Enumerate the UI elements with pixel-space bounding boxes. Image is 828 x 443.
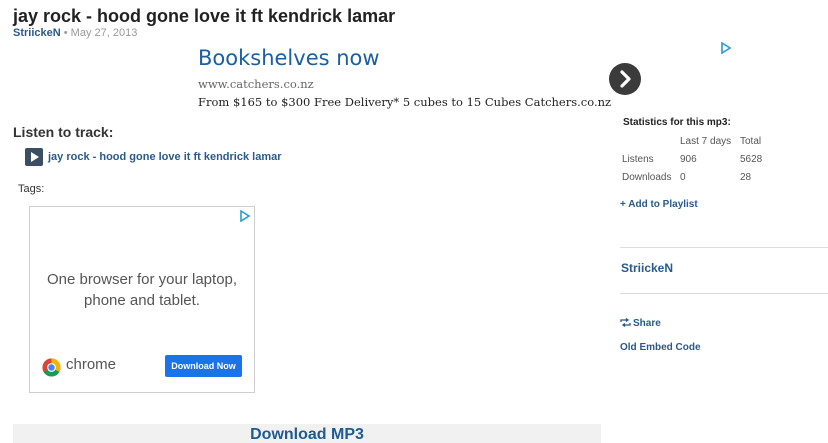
listen-heading: Listen to track: bbox=[13, 124, 114, 140]
play-button[interactable] bbox=[25, 148, 43, 166]
ad-url[interactable]: www.catchers.co.nz bbox=[198, 77, 314, 91]
play-icon bbox=[31, 152, 39, 162]
stats-col-total: Total bbox=[740, 136, 762, 147]
ad-next-button[interactable] bbox=[609, 63, 641, 95]
download-mp3-bar[interactable]: Download MP3 bbox=[13, 424, 601, 443]
track-link[interactable]: jay rock - hood gone love it ft kendrick… bbox=[48, 151, 282, 163]
sidebar-author-link[interactable]: StriickeN bbox=[621, 261, 673, 275]
chrome-wordmark: chrome bbox=[66, 356, 117, 373]
download-mp3-link[interactable]: Download MP3 bbox=[13, 426, 601, 443]
add-to-playlist-link[interactable]: + Add to Playlist bbox=[620, 199, 698, 210]
chrome-ad-banner[interactable]: One browser for your laptop, phone and t… bbox=[29, 206, 255, 393]
chrome-logo-icon bbox=[42, 358, 61, 377]
sidebar-divider bbox=[620, 247, 828, 248]
ad-description: From $165 to $300 Free Delivery* 5 cubes… bbox=[198, 95, 612, 109]
stats-downloads-week: 0 bbox=[680, 172, 686, 183]
post-date: • May 27, 2013 bbox=[63, 27, 138, 39]
ad-tagline: One browser for your laptop, phone and t… bbox=[30, 269, 254, 311]
stats-title: Statistics for this mp3: bbox=[623, 117, 731, 128]
stats-row-label: Listens bbox=[622, 154, 654, 165]
stats-listens-week: 906 bbox=[680, 154, 697, 165]
chevron-right-icon bbox=[620, 70, 631, 88]
share-label: Share bbox=[633, 318, 661, 329]
stats-listens-total: 5628 bbox=[740, 154, 763, 165]
ad-headline-link[interactable]: Bookshelves now bbox=[198, 46, 380, 70]
share-link[interactable]: Share bbox=[620, 317, 661, 329]
adchoices-icon[interactable] bbox=[720, 42, 732, 54]
ad-tagline-line1: One browser for your laptop, bbox=[46, 271, 238, 288]
download-now-button[interactable]: Download Now bbox=[165, 355, 242, 377]
sidebar-divider bbox=[620, 293, 828, 294]
post-meta: StriickeN • May 27, 2013 bbox=[13, 27, 137, 39]
adchoices-icon[interactable] bbox=[239, 210, 251, 222]
stats-row-label: Downloads bbox=[622, 172, 672, 183]
tags-label: Tags: bbox=[18, 183, 45, 195]
share-icon bbox=[620, 317, 631, 328]
author-link[interactable]: StriickeN bbox=[13, 27, 61, 39]
page-title: jay rock - hood gone love it ft kendrick… bbox=[13, 6, 396, 26]
stats-downloads-total: 28 bbox=[740, 172, 752, 183]
old-embed-code-link[interactable]: Old Embed Code bbox=[620, 342, 701, 353]
ad-tagline-line2: phone and tablet. bbox=[84, 292, 200, 309]
stats-col-week: Last 7 days bbox=[680, 136, 732, 147]
